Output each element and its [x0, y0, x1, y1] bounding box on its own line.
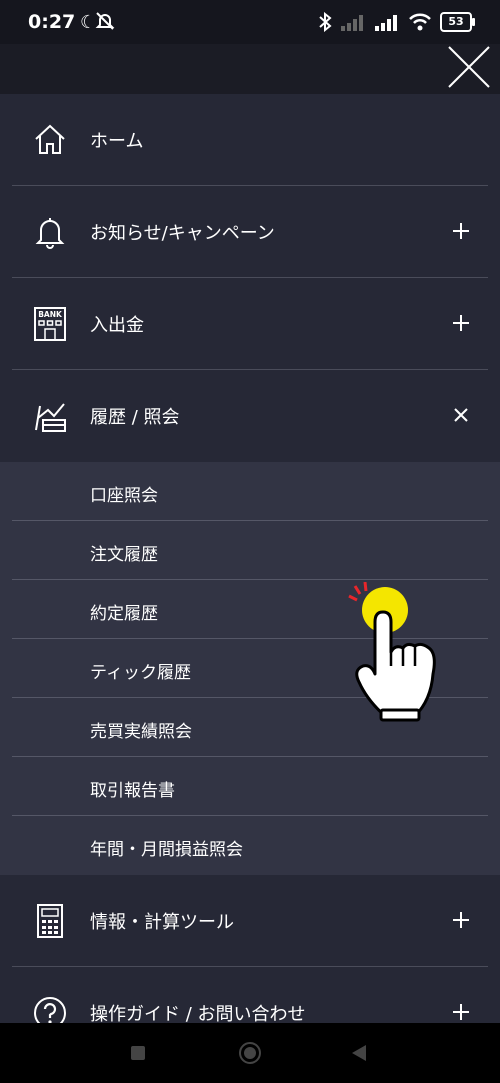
home-button-icon[interactable] — [239, 1042, 261, 1064]
signal-weak-icon — [341, 15, 363, 31]
submenu-label: 取引報告書 — [90, 781, 175, 801]
expand-plus-icon[interactable] — [448, 218, 474, 244]
signal-icon — [375, 15, 397, 31]
submenu-label: 年間・月間損益照会 — [90, 840, 243, 860]
menu-label-info: 情報・計算ツール — [90, 912, 234, 933]
menu-label-news: お知らせ/キャンペーン — [90, 223, 275, 244]
status-bar: 0:27 ☾ 53 — [0, 0, 500, 44]
submenu-item-orders[interactable]: 注文履歴 — [0, 521, 500, 580]
submenu-item-account[interactable]: 口座照会 — [0, 462, 500, 521]
submenu-label: 売買実績照会 — [90, 722, 192, 742]
status-time: 0:27 — [28, 11, 76, 33]
battery-icon: 53 — [440, 12, 475, 32]
submenu-item-profit-loss[interactable]: 年間・月間損益照会 — [0, 816, 500, 875]
menu-label-history: 履歴 / 照会 — [90, 407, 180, 428]
history-chart-icon — [35, 403, 66, 432]
silent-bell-icon — [95, 12, 115, 30]
submenu-label: 約定履歴 — [90, 604, 158, 624]
menu-item-home[interactable]: ホーム — [0, 94, 500, 186]
menu-header — [0, 44, 500, 94]
bluetooth-icon — [319, 12, 332, 32]
menu-item-info[interactable]: 情報・計算ツール — [0, 875, 500, 967]
status-icons: 53 — [318, 12, 475, 32]
menu-item-news[interactable]: お知らせ/キャンペーン — [0, 186, 500, 278]
menu-item-deposit[interactable]: BANK 入出金 — [0, 278, 500, 370]
expand-plus-icon[interactable] — [448, 907, 474, 933]
bank-icon-text: BANK — [38, 310, 63, 319]
expand-plus-icon[interactable] — [448, 999, 474, 1025]
collapse-x-icon[interactable] — [448, 402, 474, 428]
wifi-icon — [409, 13, 431, 31]
submenu-label: ティック履歴 — [90, 663, 191, 683]
side-menu: ホーム お知らせ/キャンペーン BANK 入出金 履歴 / 照会 口座照会 注文… — [0, 94, 500, 1059]
calculator-icon — [37, 904, 63, 938]
menu-label-deposit: 入出金 — [90, 315, 144, 336]
back-icon[interactable] — [352, 1045, 366, 1061]
submenu-label: 注文履歴 — [90, 545, 158, 565]
tap-hand-icon — [348, 582, 436, 722]
menu-item-history[interactable]: 履歴 / 照会 — [0, 370, 500, 462]
bank-icon: BANK — [34, 307, 66, 341]
submenu-item-reports[interactable]: 取引報告書 — [0, 757, 500, 816]
submenu-label: 口座照会 — [90, 486, 158, 506]
close-menu-icon[interactable] — [446, 44, 492, 90]
menu-label-home: ホーム — [90, 131, 144, 152]
bell-icon — [35, 218, 65, 249]
home-icon — [35, 124, 65, 154]
recents-icon[interactable] — [131, 1046, 145, 1060]
expand-plus-icon[interactable] — [448, 310, 474, 336]
